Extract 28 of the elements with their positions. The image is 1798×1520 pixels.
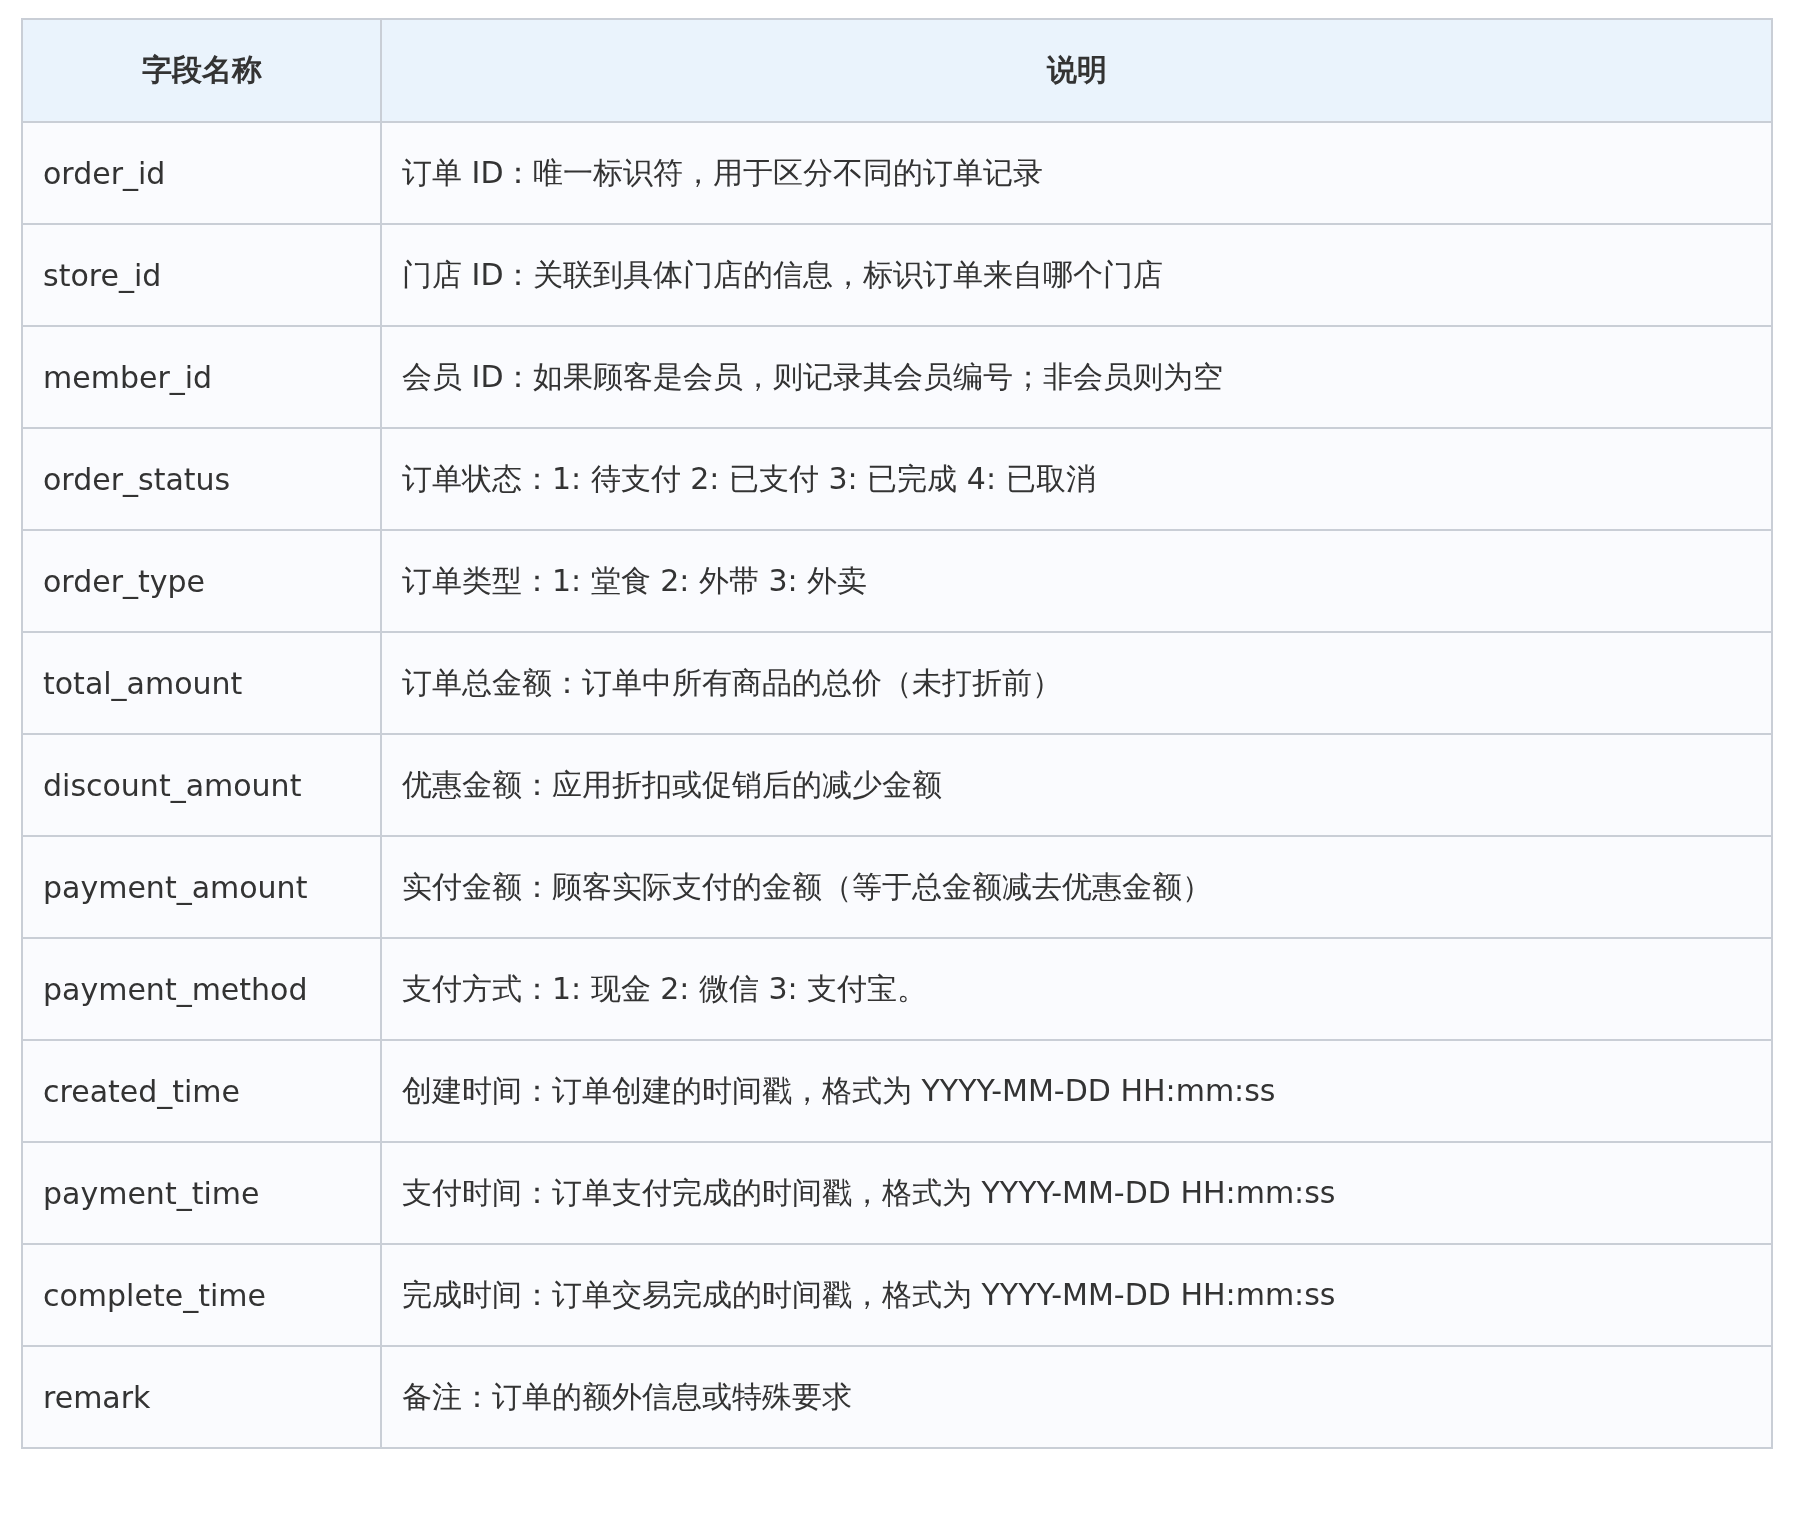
description-cell: 创建时间：订单创建的时间戳，格式为 YYYY-MM-DD HH:mm:ss — [381, 1040, 1772, 1142]
field-name-cell: discount_amount — [22, 734, 381, 836]
description-cell: 订单 ID：唯一标识符，用于区分不同的订单记录 — [381, 122, 1772, 224]
description-cell: 会员 ID：如果顾客是会员，则记录其会员编号；非会员则为空 — [381, 326, 1772, 428]
description-cell: 支付时间：订单支付完成的时间戳，格式为 YYYY-MM-DD HH:mm:ss — [381, 1142, 1772, 1244]
description-cell: 实付金额：顾客实际支付的金额（等于总金额减去优惠金额） — [381, 836, 1772, 938]
column-header: 字段名称 — [22, 19, 381, 122]
description-cell: 完成时间：订单交易完成的时间戳，格式为 YYYY-MM-DD HH:mm:ss — [381, 1244, 1772, 1346]
field-name-cell: total_amount — [22, 632, 381, 734]
field-name-cell: remark — [22, 1346, 381, 1448]
description-cell: 优惠金额：应用折扣或促销后的减少金额 — [381, 734, 1772, 836]
field-name-cell: member_id — [22, 326, 381, 428]
field-name-cell: payment_time — [22, 1142, 381, 1244]
field-name-cell: created_time — [22, 1040, 381, 1142]
column-header: 说明 — [381, 19, 1772, 122]
field-name-cell: payment_amount — [22, 836, 381, 938]
description-cell: 备注：订单的额外信息或特殊要求 — [381, 1346, 1772, 1448]
field-name-cell: order_type — [22, 530, 381, 632]
field-name-cell: order_id — [22, 122, 381, 224]
description-cell: 门店 ID：关联到具体门店的信息，标识订单来自哪个门店 — [381, 224, 1772, 326]
field-name-cell: payment_method — [22, 938, 381, 1040]
field-name-cell: order_status — [22, 428, 381, 530]
field-name-cell: complete_time — [22, 1244, 381, 1346]
field-name-cell: store_id — [22, 224, 381, 326]
description-cell: 订单总金额：订单中所有商品的总价（未打折前） — [381, 632, 1772, 734]
description-cell: 支付方式：1: 现金 2: 微信 3: 支付宝。 — [381, 938, 1772, 1040]
description-cell: 订单类型：1: 堂食 2: 外带 3: 外卖 — [381, 530, 1772, 632]
description-cell: 订单状态：1: 待支付 2: 已支付 3: 已完成 4: 已取消 — [381, 428, 1772, 530]
